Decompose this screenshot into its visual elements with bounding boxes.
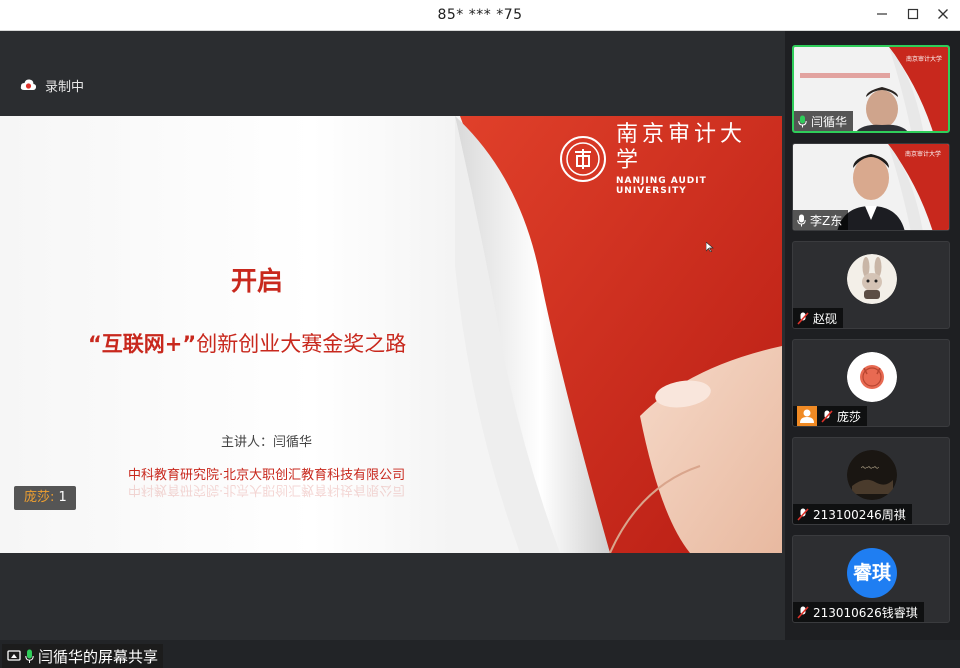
- participant-name-label: 庞莎: [793, 406, 868, 426]
- participant-sidebar: 南京审计大学 闫循华 南京审计大学 李Z东 赵砚 庞莎 〜〜〜 21310024…: [785, 31, 960, 640]
- participant-tile[interactable]: 睿琪 213010626钱睿琪: [792, 535, 950, 623]
- subtitle-highlight: “互联网+”: [88, 332, 197, 356]
- logo-english-name: NANJING AUDIT UNIVERSITY: [616, 176, 707, 196]
- presentation-slide: 南京审计大学 NANJING AUDIT UNIVERSITY 开启 “互联网+…: [0, 116, 782, 553]
- participant-name: 213010626钱睿琪: [813, 605, 918, 620]
- initials-avatar: 睿琪: [847, 548, 897, 598]
- participant-name-label: 闫循华: [794, 111, 854, 131]
- presenter-line: 主讲人：闫循华: [221, 435, 313, 450]
- participant-tile[interactable]: 〜〜〜 213100246周祺: [792, 437, 950, 525]
- cat-avatar-icon: [847, 352, 897, 402]
- participant-name: 庞莎: [837, 409, 862, 424]
- host-person-icon: [797, 406, 817, 426]
- recording-indicator[interactable]: 录制中: [20, 75, 84, 95]
- minimize-icon: [877, 13, 887, 15]
- rabbit-avatar-icon: [847, 254, 897, 304]
- microphone-on-icon: [797, 214, 806, 226]
- microphone-muted-icon: [821, 409, 833, 423]
- screen-share-icon: [7, 650, 21, 661]
- window-titlebar: 85* *** *75: [0, 0, 960, 31]
- slide-subtitle: “互联网+”创新创业大赛金奖之路: [88, 328, 406, 358]
- microphone-active-icon: [25, 649, 34, 663]
- participant-name-label: 赵砚: [793, 308, 844, 328]
- subtitle-rest: 创新创业大赛金奖之路: [196, 332, 407, 356]
- participant-name: 闫循华: [811, 114, 848, 129]
- cloud-record-icon: [20, 79, 37, 90]
- organization-reflection: 中科教育研究院·北京大职创汇教育科技有限公司: [128, 482, 406, 497]
- organization-line: 中科教育研究院·北京大职创汇教育科技有限公司: [128, 468, 406, 483]
- screen-share-status[interactable]: 闫循华的屏幕共享: [2, 644, 164, 668]
- university-seal-icon: [560, 136, 606, 182]
- svg-text:〜〜〜: 〜〜〜: [861, 465, 879, 472]
- participant-name: 李Z东: [810, 213, 843, 228]
- screen-share-text: 闫循华的屏幕共享: [38, 647, 159, 666]
- close-icon: [938, 9, 948, 19]
- logo-chinese-name: 南京审计大学: [616, 122, 747, 173]
- close-button[interactable]: [931, 4, 955, 26]
- recording-label: 录制中: [45, 79, 85, 95]
- participant-tile[interactable]: 赵砚: [792, 241, 950, 329]
- svg-text:南京审计大学: 南京审计大学: [905, 150, 941, 158]
- participant-name-label: 李Z东: [793, 210, 849, 230]
- participant-tile[interactable]: 南京审计大学 闫循华: [792, 45, 950, 133]
- participant-name: 赵砚: [813, 311, 838, 326]
- participant-name-label: 213100246周祺: [793, 504, 912, 524]
- shared-screen-area: 录制中 南京审计大学 NANJING AUDIT UNIVERSITY 开启 “…: [0, 31, 785, 668]
- slide-title: 开启: [231, 267, 284, 297]
- participant-name-label: 213010626钱睿琪: [793, 602, 924, 622]
- microphone-muted-icon: [797, 605, 809, 619]
- annotation-count: 1: [58, 490, 67, 505]
- participant-name: 213100246周祺: [813, 507, 906, 522]
- annotation-badge[interactable]: 庞莎: 1: [14, 486, 76, 510]
- minimize-button[interactable]: [870, 4, 894, 26]
- participant-tile[interactable]: 庞莎: [792, 339, 950, 427]
- microphone-on-icon: [798, 115, 807, 127]
- maximize-icon: [907, 8, 919, 20]
- window-title: 85* *** *75: [437, 7, 523, 23]
- university-logo: 南京审计大学 NANJING AUDIT UNIVERSITY: [560, 122, 770, 196]
- microphone-muted-icon: [797, 311, 809, 325]
- dark-landscape-avatar-icon: 〜〜〜: [847, 450, 897, 500]
- mouse-cursor-icon: [706, 242, 714, 252]
- annotation-user: 庞莎:: [24, 490, 55, 505]
- maximize-button[interactable]: [901, 4, 925, 26]
- participant-tile[interactable]: 南京审计大学 李Z东: [792, 143, 950, 231]
- microphone-muted-icon: [797, 507, 809, 521]
- svg-text:南京审计大学: 南京审计大学: [906, 55, 942, 63]
